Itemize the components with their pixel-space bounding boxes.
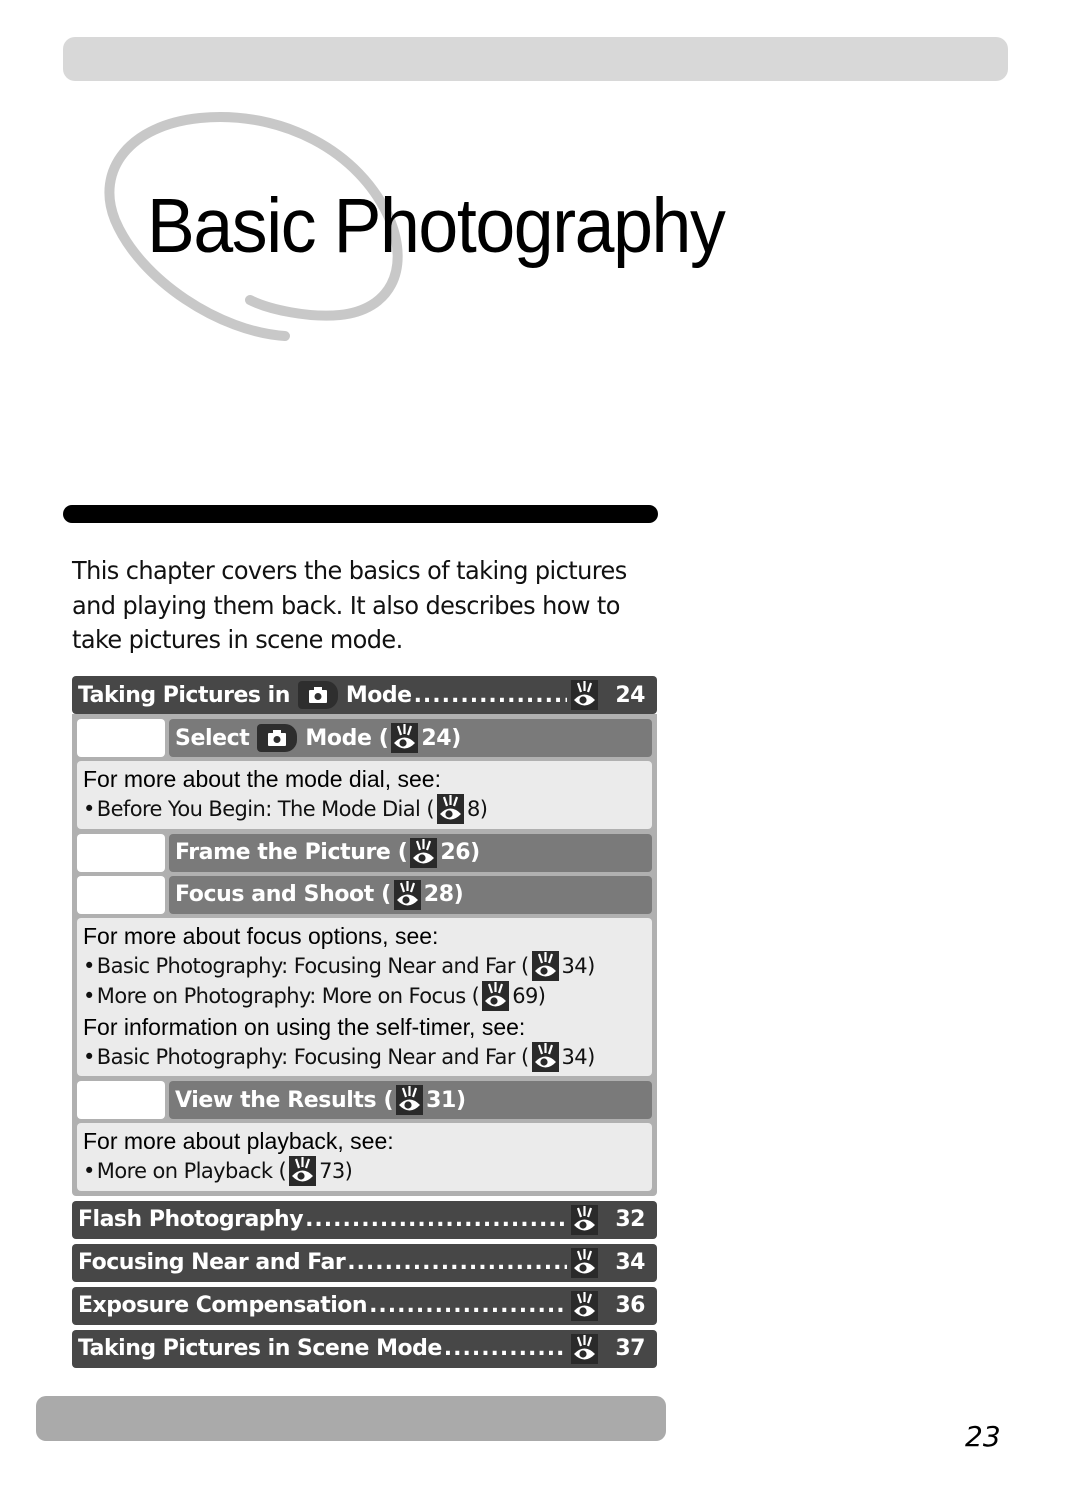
note-playback: For more about playback, see: • More on …: [77, 1123, 652, 1191]
toc-step-view-results[interactable]: View the Results ( 31): [77, 1081, 652, 1119]
note-heading: For more about focus options, see:: [83, 922, 439, 949]
eye-icon: [436, 794, 464, 825]
note-item[interactable]: • Before You Begin: The Mode Dial ( 8): [83, 794, 646, 825]
note-focus: For more about focus options, see: • Bas…: [77, 917, 652, 1076]
step-number-box: [77, 833, 165, 872]
toc-row-label: Taking Pictures in Scene Mode: [78, 1336, 442, 1361]
toc-row-label: Flash Photography: [78, 1207, 304, 1232]
toc-page-number: 32: [615, 1207, 645, 1232]
note-item[interactable]: • Basic Photography: Focusing Near and F…: [83, 1041, 646, 1073]
eye-icon: [571, 680, 598, 710]
toc-step-frame-picture[interactable]: Frame the Picture ( 26): [77, 833, 652, 872]
note-item[interactable]: • More on Playback ( 73): [83, 1156, 646, 1187]
toc-step-select-mode[interactable]: Select Mode ( 24): [77, 719, 652, 757]
note-heading: For more about playback, see:: [83, 1128, 394, 1154]
chapter-title: Basic Photography: [147, 183, 726, 269]
eye-icon: [531, 1041, 559, 1072]
step-label: Frame the Picture ( 26): [169, 833, 652, 872]
note-item[interactable]: • More on Photography: More on Focus ( 6…: [83, 981, 646, 1012]
header-tab-bar: [63, 37, 1008, 81]
toc-steps-group: Select Mode ( 24) For more about the mod…: [72, 714, 657, 1196]
note-heading: For more about the mode dial, see:: [83, 766, 441, 792]
eye-icon: [531, 950, 559, 981]
eye-icon: [393, 879, 421, 910]
toc-row-scene-mode[interactable]: Taking Pictures in Scene Mode ..........…: [72, 1329, 657, 1368]
toc-sections: Flash Photography ......................…: [72, 1200, 657, 1368]
footer-tab-bar: [36, 1396, 666, 1441]
toc-step-focus-shoot[interactable]: Focus and Shoot ( 28): [77, 875, 652, 914]
step-label: Select Mode ( 24): [169, 719, 652, 757]
note-mode-dial: For more about the mode dial, see: • Bef…: [77, 761, 652, 829]
note-heading: For information on using the self-timer,…: [83, 1013, 526, 1040]
eye-icon: [391, 723, 419, 753]
step-number-box: [77, 719, 165, 757]
toc-leader-dots: ........................................…: [305, 1207, 567, 1232]
toc-page-number: 34: [615, 1250, 645, 1275]
eye-icon: [571, 1247, 598, 1278]
toc-row-label: Focusing Near and Far: [78, 1250, 346, 1275]
toc-row-label: Exposure Compensation: [78, 1293, 368, 1318]
table-of-contents: Taking Pictures in Mode ................…: [72, 676, 657, 1368]
eye-icon: [571, 1333, 598, 1364]
eye-icon: [410, 837, 438, 868]
step-number-box: [77, 875, 165, 914]
camera-icon: [257, 724, 298, 752]
eye-icon: [571, 1204, 598, 1235]
chapter-rule: [63, 505, 658, 523]
toc-page-number: 24: [615, 682, 645, 708]
step-label: View the Results ( 31): [169, 1081, 652, 1119]
chapter-intro: This chapter covers the basics of taking…: [72, 556, 627, 654]
eye-icon: [571, 1290, 598, 1321]
toc-leader-dots: ....................................: [413, 682, 567, 708]
camera-icon: [297, 681, 338, 709]
toc-leader-dots: ........................................…: [443, 1336, 567, 1361]
toc-row-taking-pictures[interactable]: Taking Pictures in Mode ................…: [72, 676, 657, 714]
step-number-box: [77, 1081, 165, 1119]
toc-row-flash-photography[interactable]: Flash Photography ......................…: [72, 1200, 657, 1239]
eye-icon: [482, 981, 510, 1012]
note-item[interactable]: • Basic Photography: Focusing Near and F…: [83, 950, 646, 982]
toc-row-focusing-near-far[interactable]: Focusing Near and Far ..................…: [72, 1243, 657, 1282]
toc-leader-dots: ........................................…: [369, 1293, 567, 1318]
toc-page-number: 37: [615, 1336, 645, 1361]
toc-row-label: Taking Pictures in Mode: [78, 681, 412, 709]
toc-leader-dots: ........................................…: [347, 1250, 567, 1275]
eye-icon: [289, 1156, 317, 1187]
toc-page-number: 36: [615, 1293, 645, 1318]
toc-row-exposure-compensation[interactable]: Exposure Compensation ..................…: [72, 1286, 657, 1325]
step-label: Focus and Shoot ( 28): [169, 875, 652, 914]
page-number: 23: [965, 1420, 1001, 1453]
eye-icon: [396, 1085, 424, 1115]
